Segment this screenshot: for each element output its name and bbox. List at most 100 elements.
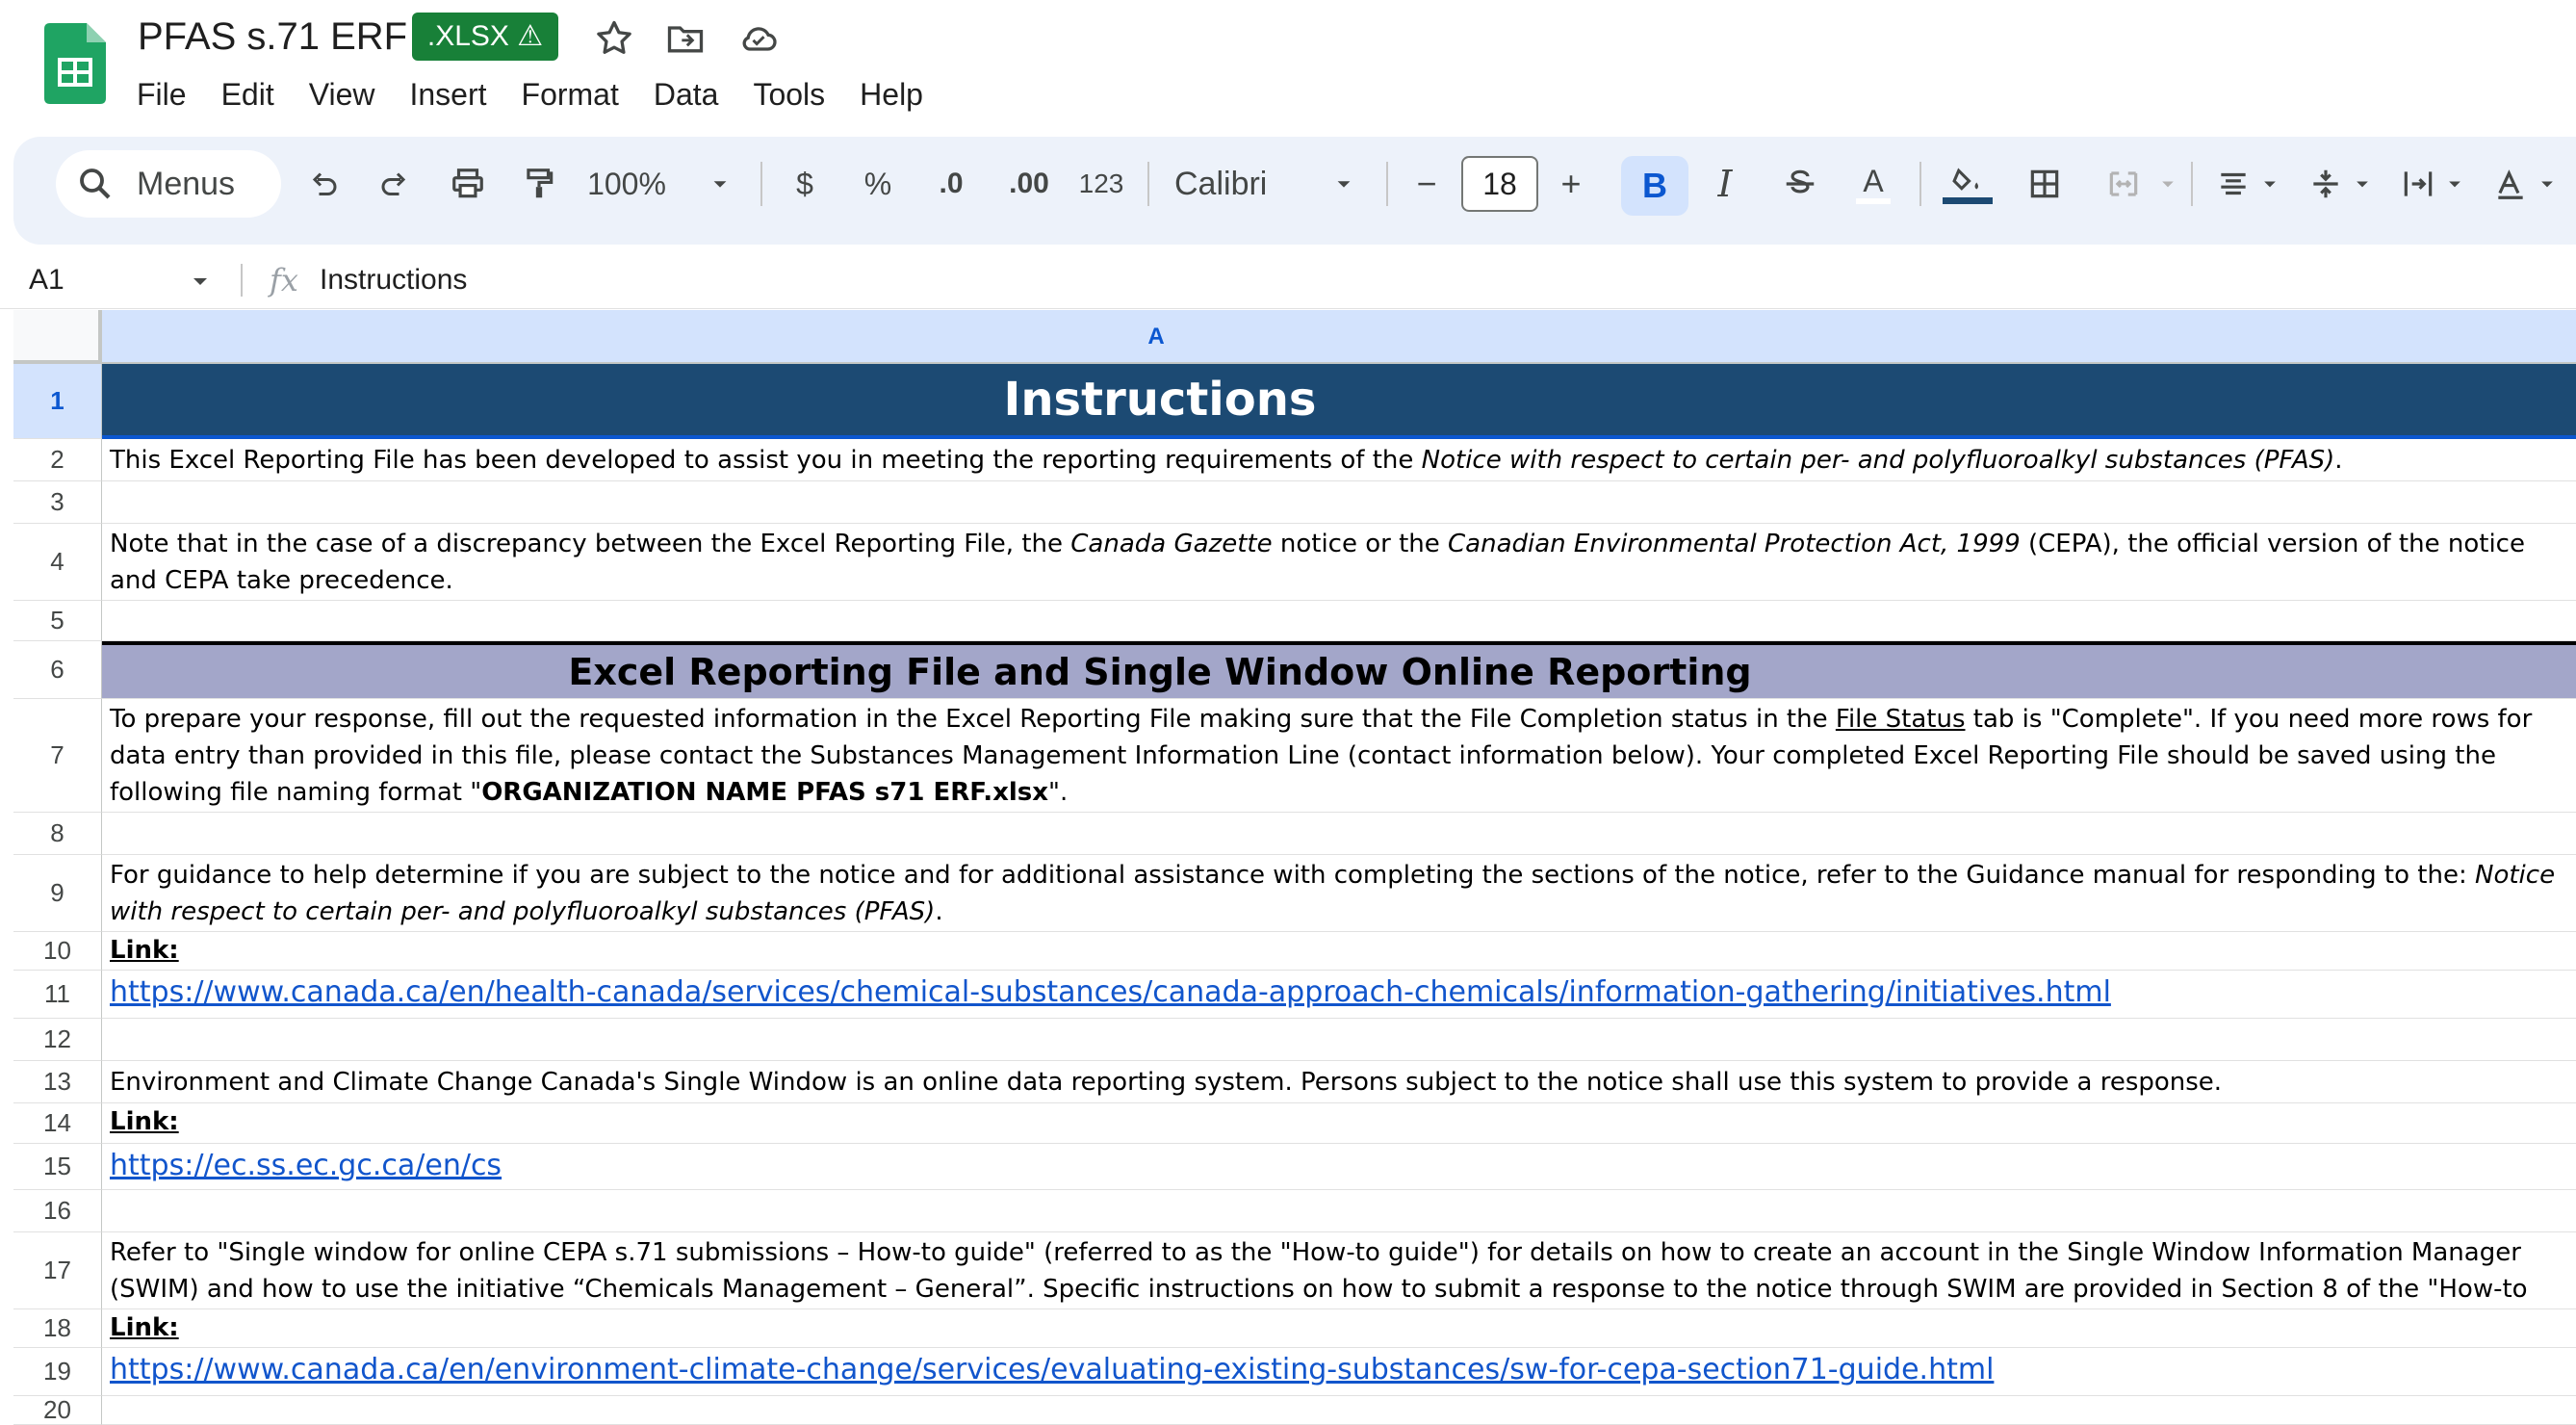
row-header[interactable]: 20 [13, 1395, 102, 1425]
row-header[interactable]: 10 [13, 932, 102, 971]
star-icon[interactable] [593, 17, 635, 60]
row-header[interactable]: 19 [13, 1348, 102, 1396]
menu-format[interactable]: Format [504, 69, 636, 119]
name-box-dropdown-icon[interactable] [189, 270, 212, 293]
row-header[interactable]: 17 [13, 1232, 102, 1309]
row-header[interactable]: 5 [13, 601, 102, 641]
row-header[interactable]: 11 [13, 971, 102, 1019]
row-header[interactable]: 7 [13, 699, 102, 813]
vertical-align-icon[interactable] [2303, 156, 2349, 212]
borders-icon[interactable] [2022, 156, 2068, 212]
rotation-dropdown-icon[interactable] [2536, 156, 2559, 212]
document-title[interactable]: PFAS s.71 ERF [138, 12, 407, 62]
row-header[interactable]: 14 [13, 1103, 102, 1144]
decrease-font-size-button[interactable]: − [1405, 156, 1448, 212]
row-header[interactable]: 6 [13, 641, 102, 699]
cell-a4-cepa-title: Canadian Environmental Protection Act, 1… [1448, 530, 2021, 558]
cell-a18[interactable]: Link: [102, 1309, 2576, 1348]
cell-a7[interactable]: To prepare your response, fill out the r… [102, 699, 2576, 813]
cell-a2-notice-title: Notice with respect to certain per- and … [1421, 446, 2335, 475]
italic-button[interactable]: I [1704, 156, 1746, 212]
print-icon[interactable] [443, 156, 493, 212]
row-header[interactable]: 8 [13, 813, 102, 855]
row-header[interactable]: 12 [13, 1019, 102, 1061]
cell-a13[interactable]: Environment and Climate Change Canada's … [102, 1061, 2576, 1103]
increase-decimal-button[interactable]: .00 [999, 156, 1059, 212]
cell-a5[interactable] [102, 601, 2576, 641]
text-wrapping-icon[interactable] [2395, 156, 2441, 212]
paint-format-icon[interactable] [514, 156, 564, 212]
cell-a6-section-header[interactable]: Excel Reporting File and Single Window O… [102, 641, 2576, 699]
text-rotation-icon[interactable] [2487, 156, 2534, 212]
row-header[interactable]: 13 [13, 1061, 102, 1103]
file-format-badge[interactable]: .XLSX ⚠ [412, 13, 558, 61]
menu-tools[interactable]: Tools [735, 69, 842, 119]
row-header[interactable]: 15 [13, 1144, 102, 1190]
sheets-logo-icon[interactable] [44, 23, 106, 104]
menu-help[interactable]: Help [842, 69, 940, 119]
font-dropdown-icon[interactable] [1328, 156, 1359, 212]
cell-a12[interactable] [102, 1019, 2576, 1061]
cell-a16[interactable] [102, 1190, 2576, 1232]
row-header[interactable]: 4 [13, 524, 102, 601]
cell-a10[interactable]: Link: [102, 932, 2576, 971]
text-color-button[interactable]: A [1850, 156, 1896, 212]
zoom-select[interactable]: 100% [583, 156, 670, 212]
align-dropdown-icon[interactable] [2258, 156, 2281, 212]
row-header[interactable]: 1 [13, 364, 102, 439]
cell-a17[interactable]: Refer to "Single window for online CEPA … [102, 1232, 2576, 1309]
cell-a8[interactable] [102, 813, 2576, 855]
horizontal-align-icon[interactable] [2210, 156, 2256, 212]
undo-icon[interactable] [298, 156, 348, 212]
name-box[interactable]: A1 [29, 252, 64, 308]
cell-a15[interactable]: https://ec.ss.ec.gc.ca/en/cs [102, 1144, 2576, 1190]
formula-input[interactable]: Instructions [320, 252, 467, 308]
fill-color-button[interactable] [1941, 156, 1995, 212]
font-family-select[interactable]: Calibri [1174, 156, 1290, 212]
zoom-dropdown-icon[interactable] [705, 156, 735, 212]
cell-a4[interactable]: Note that in the case of a discrepancy b… [102, 524, 2576, 601]
bold-button[interactable]: B [1621, 156, 1688, 216]
row-header[interactable]: 18 [13, 1309, 102, 1348]
column-header-a[interactable]: A [102, 310, 2576, 364]
cell-a4-canada-gazette: Canada Gazette [1070, 530, 1273, 558]
menu-data[interactable]: Data [636, 69, 736, 119]
cell-a2[interactable]: This Excel Reporting File has been devel… [102, 439, 2576, 481]
cell-a14[interactable]: Link: [102, 1103, 2576, 1144]
number-format-button[interactable]: 123 [1072, 156, 1130, 212]
cell-a11[interactable]: https://www.canada.ca/en/health-canada/s… [102, 971, 2576, 1019]
currency-format-button[interactable]: $ [786, 156, 824, 212]
strikethrough-icon[interactable] [1777, 156, 1823, 212]
merge-cells-icon[interactable] [2093, 156, 2154, 212]
decrease-decimal-button[interactable]: .0 [924, 156, 978, 212]
menu-view[interactable]: View [292, 69, 393, 119]
row-header[interactable]: 9 [13, 855, 102, 932]
cell-a9[interactable]: For guidance to help determine if you ar… [102, 855, 2576, 932]
menu-insert[interactable]: Insert [392, 69, 503, 119]
merge-dropdown-icon[interactable] [2156, 156, 2179, 212]
guidance-manual-link[interactable]: https://www.canada.ca/en/health-canada/s… [110, 975, 2111, 1009]
cell-a2-text: This Excel Reporting File has been devel… [110, 446, 1422, 475]
menus-search-label: Menus [137, 166, 236, 202]
cell-a7-text-3: ". [1048, 778, 1069, 807]
menu-edit[interactable]: Edit [204, 69, 292, 119]
menu-file[interactable]: File [119, 69, 204, 119]
move-to-folder-icon[interactable] [664, 17, 707, 60]
row-header[interactable]: 16 [13, 1190, 102, 1232]
valign-dropdown-icon[interactable] [2351, 156, 2374, 212]
wrap-dropdown-icon[interactable] [2443, 156, 2466, 212]
cell-a3[interactable] [102, 481, 2576, 524]
row-header[interactable]: 2 [13, 439, 102, 481]
single-window-link[interactable]: https://ec.ss.ec.gc.ca/en/cs [110, 1149, 502, 1182]
cell-a19[interactable]: https://www.canada.ca/en/environment-cli… [102, 1348, 2576, 1396]
row-header[interactable]: 3 [13, 481, 102, 524]
cell-a20[interactable] [102, 1396, 2576, 1425]
increase-font-size-button[interactable]: + [1550, 156, 1592, 212]
how-to-guide-link[interactable]: https://www.canada.ca/en/environment-cli… [110, 1353, 1994, 1386]
redo-icon[interactable] [370, 156, 420, 212]
percent-format-button[interactable]: % [857, 156, 899, 212]
font-size-input[interactable]: 18 [1461, 156, 1538, 212]
cloud-status-icon[interactable] [737, 17, 780, 60]
select-all-corner[interactable] [13, 310, 102, 364]
cell-a1-title[interactable]: Instructions [102, 364, 2576, 439]
